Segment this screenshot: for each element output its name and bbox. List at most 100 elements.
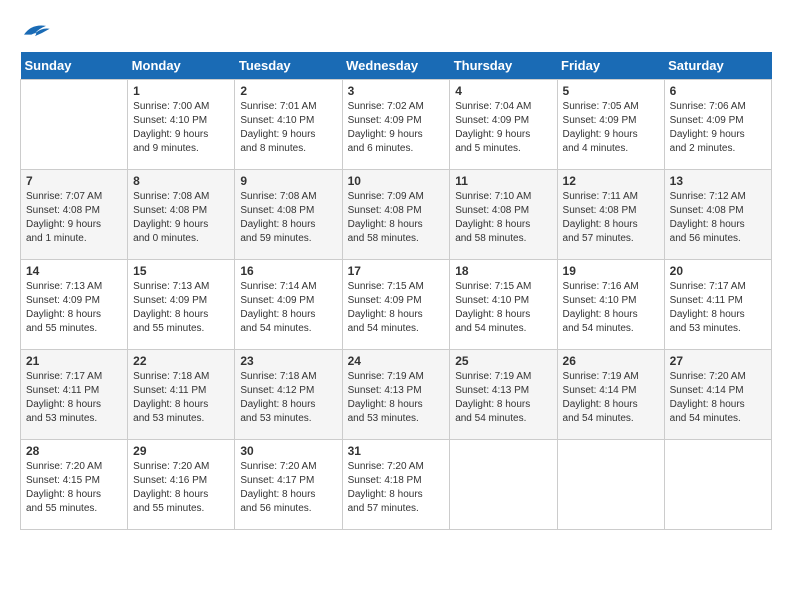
calendar-cell: 6Sunrise: 7:06 AM Sunset: 4:09 PM Daylig… bbox=[664, 80, 771, 170]
calendar-cell: 27 Sunrise: 7:20 AM Sunset: 4:14 PM Dayli… bbox=[664, 350, 771, 440]
day-number: 7 bbox=[26, 174, 122, 188]
calendar-week-row: 7 Sunrise: 7:07 AM Sunset: 4:08 PM Daylig… bbox=[21, 170, 772, 260]
day-info: Sunrise: 7:20 AM Sunset: 4:18 PM Dayligh… bbox=[348, 460, 445, 516]
calendar-cell: 12 Sunrise: 7:11 AM Sunset: 4:08 PM Dayli… bbox=[557, 170, 664, 260]
weekday-header: Tuesday bbox=[235, 52, 342, 80]
day-info: Sunrise: 7:01 AM Sunset: 4:10 PM Dayligh… bbox=[240, 100, 336, 156]
calendar-cell: 18 Sunrise: 7:15 AM Sunset: 4:10 PM Dayli… bbox=[450, 260, 557, 350]
day-number: 16 bbox=[240, 264, 336, 278]
day-number: 21 bbox=[26, 354, 122, 368]
calendar-cell: 25Sunrise: 7:19 AM Sunset: 4:13 PM Dayli… bbox=[450, 350, 557, 440]
day-info: Sunrise: 7:17 AM Sunset: 4:11 PM Dayligh… bbox=[670, 280, 766, 336]
calendar-week-row: 21 Sunrise: 7:17 AM Sunset: 4:11 PM Dayli… bbox=[21, 350, 772, 440]
calendar-cell: 22 Sunrise: 7:18 AM Sunset: 4:11 PM Dayli… bbox=[128, 350, 235, 440]
day-info: Sunrise: 7:15 AM Sunset: 4:10 PM Dayligh… bbox=[455, 280, 551, 336]
calendar-cell: 8 Sunrise: 7:08 AM Sunset: 4:08 PM Daylig… bbox=[128, 170, 235, 260]
day-info: Sunrise: 7:13 AM Sunset: 4:09 PM Dayligh… bbox=[26, 280, 122, 336]
calendar-cell bbox=[21, 80, 128, 170]
calendar-cell: 9Sunrise: 7:08 AM Sunset: 4:08 PM Daylig… bbox=[235, 170, 342, 260]
calendar-cell: 19Sunrise: 7:16 AM Sunset: 4:10 PM Dayli… bbox=[557, 260, 664, 350]
day-info: Sunrise: 7:19 AM Sunset: 4:13 PM Dayligh… bbox=[455, 370, 551, 426]
calendar-cell: 15 Sunrise: 7:13 AM Sunset: 4:09 PM Dayli… bbox=[128, 260, 235, 350]
day-info: Sunrise: 7:20 AM Sunset: 4:14 PM Dayligh… bbox=[670, 370, 766, 426]
weekday-header: Sunday bbox=[21, 52, 128, 80]
day-number: 27 bbox=[670, 354, 766, 368]
day-info: Sunrise: 7:07 AM Sunset: 4:08 PM Dayligh… bbox=[26, 190, 122, 246]
calendar-cell: 17Sunrise: 7:15 AM Sunset: 4:09 PM Dayli… bbox=[342, 260, 450, 350]
page-header bbox=[20, 20, 772, 42]
calendar-cell bbox=[450, 440, 557, 530]
day-number: 26 bbox=[563, 354, 659, 368]
day-number: 15 bbox=[133, 264, 229, 278]
day-number: 23 bbox=[240, 354, 336, 368]
calendar-cell: 4 Sunrise: 7:04 AM Sunset: 4:09 PM Daylig… bbox=[450, 80, 557, 170]
day-number: 11 bbox=[455, 174, 551, 188]
calendar-cell: 7 Sunrise: 7:07 AM Sunset: 4:08 PM Daylig… bbox=[21, 170, 128, 260]
calendar-cell: 16 Sunrise: 7:14 AM Sunset: 4:09 PM Dayli… bbox=[235, 260, 342, 350]
day-number: 28 bbox=[26, 444, 122, 458]
day-info: Sunrise: 7:10 AM Sunset: 4:08 PM Dayligh… bbox=[455, 190, 551, 246]
day-info: Sunrise: 7:18 AM Sunset: 4:11 PM Dayligh… bbox=[133, 370, 229, 426]
day-number: 3 bbox=[348, 84, 445, 98]
day-info: Sunrise: 7:20 AM Sunset: 4:15 PM Dayligh… bbox=[26, 460, 122, 516]
calendar-cell: 13Sunrise: 7:12 AM Sunset: 4:08 PM Dayli… bbox=[664, 170, 771, 260]
day-number: 2 bbox=[240, 84, 336, 98]
calendar-header-row: SundayMondayTuesdayWednesdayThursdayFrid… bbox=[21, 52, 772, 80]
calendar-cell: 14Sunrise: 7:13 AM Sunset: 4:09 PM Dayli… bbox=[21, 260, 128, 350]
weekday-header: Wednesday bbox=[342, 52, 450, 80]
day-info: Sunrise: 7:08 AM Sunset: 4:08 PM Dayligh… bbox=[240, 190, 336, 246]
day-info: Sunrise: 7:14 AM Sunset: 4:09 PM Dayligh… bbox=[240, 280, 336, 336]
day-info: Sunrise: 7:17 AM Sunset: 4:11 PM Dayligh… bbox=[26, 370, 122, 426]
day-number: 8 bbox=[133, 174, 229, 188]
calendar-table: SundayMondayTuesdayWednesdayThursdayFrid… bbox=[20, 52, 772, 530]
day-info: Sunrise: 7:13 AM Sunset: 4:09 PM Dayligh… bbox=[133, 280, 229, 336]
day-info: Sunrise: 7:18 AM Sunset: 4:12 PM Dayligh… bbox=[240, 370, 336, 426]
day-number: 5 bbox=[563, 84, 659, 98]
day-number: 1 bbox=[133, 84, 229, 98]
calendar-cell: 5 Sunrise: 7:05 AM Sunset: 4:09 PM Daylig… bbox=[557, 80, 664, 170]
day-number: 22 bbox=[133, 354, 229, 368]
day-number: 4 bbox=[455, 84, 551, 98]
day-number: 10 bbox=[348, 174, 445, 188]
day-info: Sunrise: 7:00 AM Sunset: 4:10 PM Dayligh… bbox=[133, 100, 229, 156]
calendar-cell: 31 Sunrise: 7:20 AM Sunset: 4:18 PM Dayli… bbox=[342, 440, 450, 530]
calendar-cell: 10 Sunrise: 7:09 AM Sunset: 4:08 PM Dayli… bbox=[342, 170, 450, 260]
day-number: 18 bbox=[455, 264, 551, 278]
day-info: Sunrise: 7:09 AM Sunset: 4:08 PM Dayligh… bbox=[348, 190, 445, 246]
calendar-cell: 2 Sunrise: 7:01 AM Sunset: 4:10 PM Daylig… bbox=[235, 80, 342, 170]
calendar-cell: 21 Sunrise: 7:17 AM Sunset: 4:11 PM Dayli… bbox=[21, 350, 128, 440]
calendar-cell: 1 Sunrise: 7:00 AM Sunset: 4:10 PM Daylig… bbox=[128, 80, 235, 170]
calendar-cell bbox=[664, 440, 771, 530]
day-info: Sunrise: 7:05 AM Sunset: 4:09 PM Dayligh… bbox=[563, 100, 659, 156]
day-number: 6 bbox=[670, 84, 766, 98]
logo bbox=[20, 20, 54, 42]
day-number: 30 bbox=[240, 444, 336, 458]
day-info: Sunrise: 7:20 AM Sunset: 4:17 PM Dayligh… bbox=[240, 460, 336, 516]
weekday-header: Friday bbox=[557, 52, 664, 80]
calendar-cell: 24 Sunrise: 7:19 AM Sunset: 4:13 PM Dayli… bbox=[342, 350, 450, 440]
weekday-header: Monday bbox=[128, 52, 235, 80]
day-info: Sunrise: 7:08 AM Sunset: 4:08 PM Dayligh… bbox=[133, 190, 229, 246]
day-number: 29 bbox=[133, 444, 229, 458]
day-info: Sunrise: 7:11 AM Sunset: 4:08 PM Dayligh… bbox=[563, 190, 659, 246]
day-info: Sunrise: 7:20 AM Sunset: 4:16 PM Dayligh… bbox=[133, 460, 229, 516]
day-info: Sunrise: 7:16 AM Sunset: 4:10 PM Dayligh… bbox=[563, 280, 659, 336]
calendar-cell: 29 Sunrise: 7:20 AM Sunset: 4:16 PM Dayli… bbox=[128, 440, 235, 530]
calendar-week-row: 28 Sunrise: 7:20 AM Sunset: 4:15 PM Dayli… bbox=[21, 440, 772, 530]
day-number: 20 bbox=[670, 264, 766, 278]
calendar-week-row: 14Sunrise: 7:13 AM Sunset: 4:09 PM Dayli… bbox=[21, 260, 772, 350]
day-number: 31 bbox=[348, 444, 445, 458]
day-number: 17 bbox=[348, 264, 445, 278]
day-info: Sunrise: 7:19 AM Sunset: 4:13 PM Dayligh… bbox=[348, 370, 445, 426]
day-info: Sunrise: 7:04 AM Sunset: 4:09 PM Dayligh… bbox=[455, 100, 551, 156]
calendar-cell bbox=[557, 440, 664, 530]
calendar-cell: 30 Sunrise: 7:20 AM Sunset: 4:17 PM Dayli… bbox=[235, 440, 342, 530]
day-number: 24 bbox=[348, 354, 445, 368]
calendar-cell: 26 Sunrise: 7:19 AM Sunset: 4:14 PM Dayli… bbox=[557, 350, 664, 440]
day-info: Sunrise: 7:19 AM Sunset: 4:14 PM Dayligh… bbox=[563, 370, 659, 426]
day-number: 12 bbox=[563, 174, 659, 188]
weekday-header: Saturday bbox=[664, 52, 771, 80]
day-info: Sunrise: 7:02 AM Sunset: 4:09 PM Dayligh… bbox=[348, 100, 445, 156]
calendar-cell: 20 Sunrise: 7:17 AM Sunset: 4:11 PM Dayli… bbox=[664, 260, 771, 350]
calendar-cell: 3 Sunrise: 7:02 AM Sunset: 4:09 PM Daylig… bbox=[342, 80, 450, 170]
